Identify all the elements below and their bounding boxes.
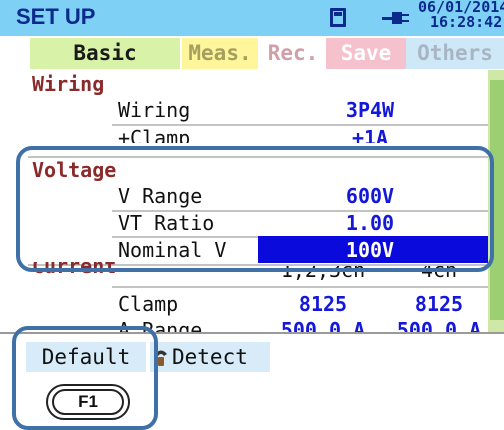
setting-value-wiring[interactable]: 3P4W	[300, 98, 440, 122]
setting-value-clamp-plus[interactable]: +1A	[300, 126, 440, 143]
setting-label-clamp-plus: +Clamp	[118, 126, 191, 143]
tab-save[interactable]: Save	[326, 38, 406, 69]
ac-power-plug-icon	[382, 12, 409, 24]
tab-basic[interactable]: Basic	[30, 38, 180, 69]
screen-title: SET UP	[16, 4, 96, 29]
setting-value-clamp-123ch[interactable]: 8125	[258, 292, 388, 316]
tab-meas[interactable]: Meas.	[182, 38, 258, 69]
setting-label-current-clamp: Clamp	[118, 292, 179, 316]
section-heading-wiring: Wiring	[32, 72, 105, 96]
sd-card-icon	[330, 8, 346, 27]
voltage-highlight-callout	[16, 146, 494, 272]
setting-label-wiring: Wiring	[118, 98, 191, 122]
row-divider	[112, 286, 488, 288]
detect-label: Detect	[172, 345, 248, 369]
setting-value-clamp-4ch[interactable]: 8125	[390, 292, 488, 316]
title-bar: SET UP 06/01/2014 16:28:42	[0, 0, 504, 36]
setting-value-a-range-4ch[interactable]: 500.0 A	[390, 318, 488, 332]
f1-highlight-callout	[12, 326, 158, 430]
time-text: 16:28:42	[430, 13, 503, 31]
tab-others[interactable]: Others	[406, 38, 504, 69]
setting-value-a-range-123ch[interactable]: 500.0 A	[258, 318, 388, 332]
tab-rec[interactable]: Rec.	[260, 38, 326, 69]
date-time-display: 06/01/2014 16:28:42	[418, 0, 504, 30]
